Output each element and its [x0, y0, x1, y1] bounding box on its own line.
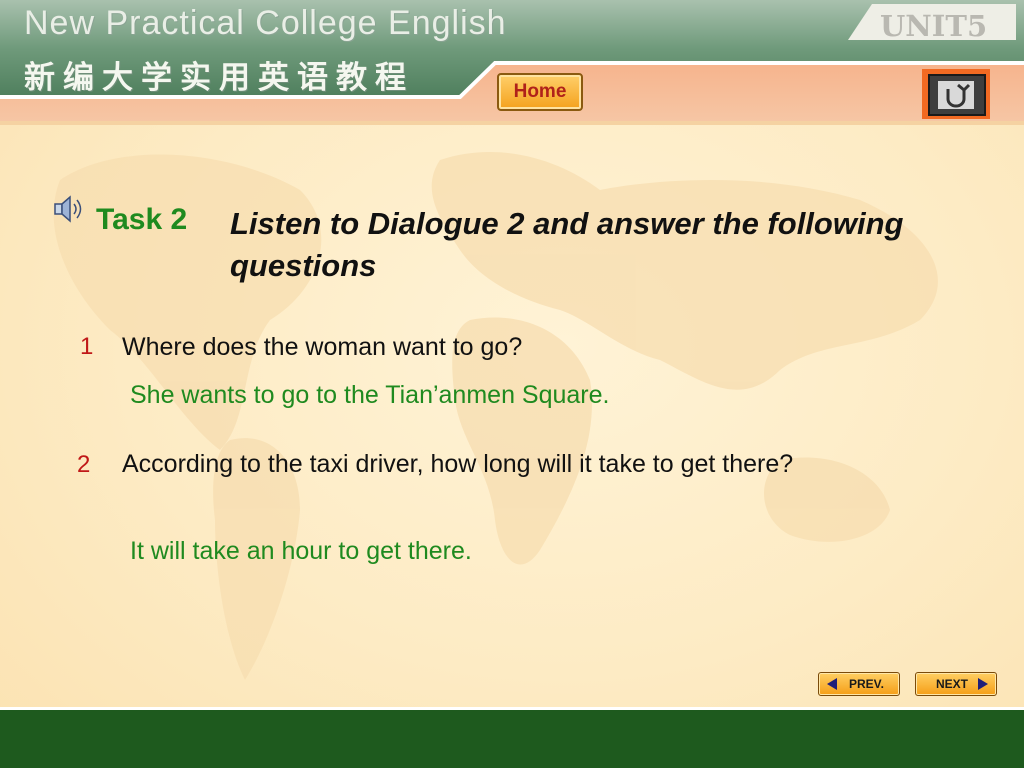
home-button-label: Home	[513, 81, 567, 102]
course-title: New Practical College English	[24, 4, 507, 42]
question-text: According to the taxi driver, how long w…	[122, 450, 794, 478]
answer-text: It will take an hour to get there.	[130, 537, 472, 565]
slide: New Practical College English 新编大学实用英语教程…	[0, 0, 1024, 768]
footer-bar	[0, 707, 1024, 768]
return-button[interactable]	[922, 69, 990, 119]
next-button[interactable]: NEXT	[915, 672, 997, 696]
question-number: 2	[77, 451, 91, 478]
next-button-label: NEXT	[936, 677, 969, 691]
home-button-face: Home	[497, 73, 583, 111]
arrow-left-icon	[827, 678, 837, 690]
task-label: Task 2	[96, 203, 188, 236]
question-number: 1	[80, 333, 94, 360]
prev-button[interactable]: PREV.	[818, 672, 900, 696]
question-text: Where does the woman want to go?	[122, 333, 523, 361]
course-title-chinese: 新编大学实用英语教程	[24, 60, 414, 96]
unit-label: UNIT5	[880, 9, 988, 43]
speaker-icon[interactable]	[52, 193, 86, 225]
home-button[interactable]: Home	[493, 69, 585, 115]
prev-button-label: PREV.	[849, 677, 884, 691]
answer-text: She wants to go to the Tian’anmen Square…	[130, 381, 610, 409]
return-button-frame	[928, 74, 986, 116]
arrow-right-icon	[978, 678, 988, 690]
return-icon	[938, 81, 974, 109]
task-title: Listen to Dialogue 2 and answer the foll…	[230, 206, 904, 283]
